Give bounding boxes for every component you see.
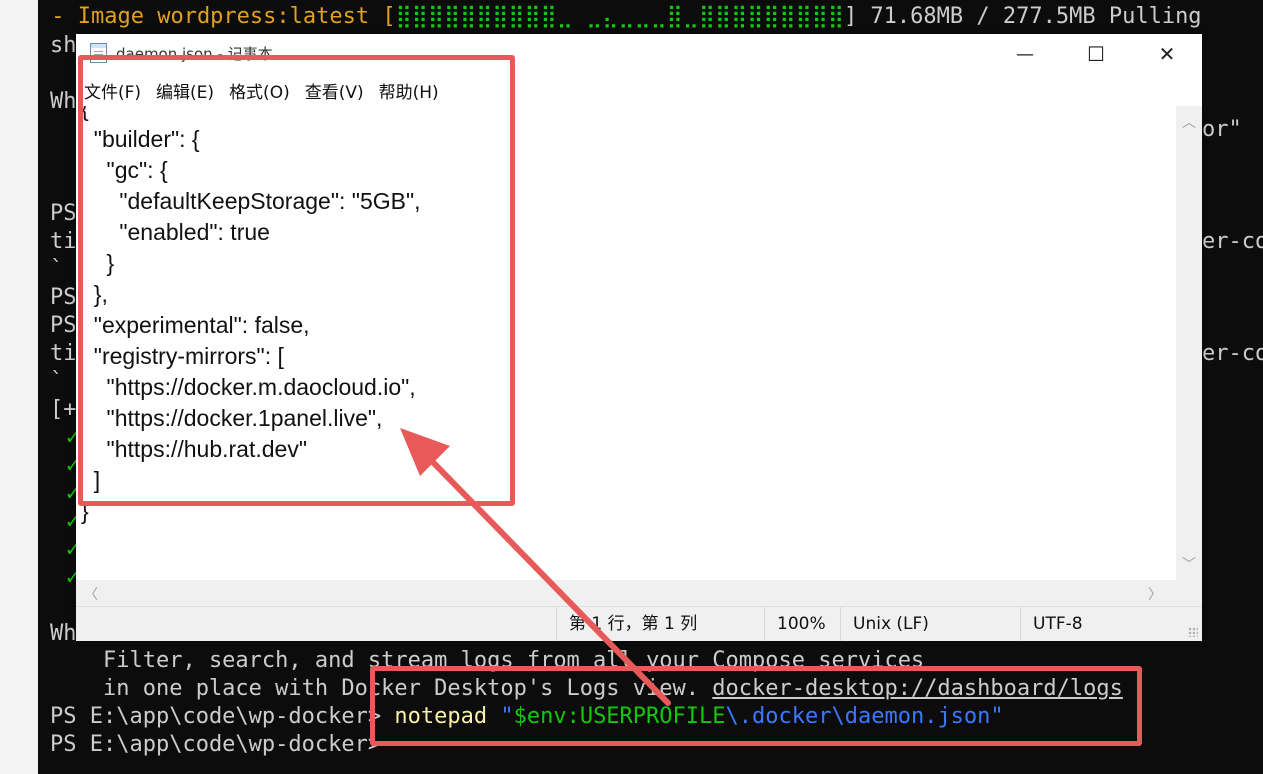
terminal-fragment: Wh xyxy=(50,89,77,114)
terminal-fragment: er-co xyxy=(1202,341,1263,366)
terminal-fragment: er-co xyxy=(1202,229,1263,254)
prompt: PS E:\app\code\wp-docker> xyxy=(50,704,395,729)
scroll-left-icon[interactable]: 〈 xyxy=(84,584,98,604)
prompt[interactable]: PS E:\app\code\wp-docker> xyxy=(50,731,381,759)
scroll-up-icon[interactable]: ︿ xyxy=(1176,112,1202,132)
pull-progress-line: - Image wordpress:latest [⣿⣿⣿⣿⣿⣿⣿⣿⣿⣿⣀ ⣀⣄… xyxy=(38,3,1202,31)
pull-suffix: ] 71.68MB / 277.5MB Pulling xyxy=(843,4,1202,29)
terminal-fragment: ` xyxy=(50,369,64,394)
scroll-right-icon[interactable]: 〉 xyxy=(1148,584,1162,604)
close-button[interactable]: ✕ xyxy=(1132,34,1202,74)
minimize-button[interactable]: — xyxy=(990,34,1060,74)
pull-prefix: - Image wordpress:latest [ xyxy=(38,4,396,29)
cursor-position: 第 1 行，第 1 列 xyxy=(556,607,765,641)
line-ending: Unix (LF) xyxy=(840,607,1013,641)
highlight-box-config xyxy=(78,55,515,506)
vertical-scrollbar[interactable]: ︿ ﹀ xyxy=(1176,106,1202,580)
terminal-fragment: ` xyxy=(50,257,64,282)
terminal-fragment: ti xyxy=(50,341,77,366)
maximize-button[interactable]: ☐ xyxy=(1061,34,1131,74)
terminal-fragment: [+ xyxy=(50,397,77,422)
terminal-fragment: Wh xyxy=(50,621,77,646)
scrollbar-corner xyxy=(1176,580,1202,606)
pull-progress-bar: ⣿⣿⣿⣿⣿⣿⣿⣿⣿⣿⣀ ⣀⣄⣀⣀⣀⣿⣀⣿⣿⣿⣿⣿⣿⣿⣿⣿ xyxy=(395,4,844,29)
terminal-fragment: or" xyxy=(1202,117,1242,142)
terminal-fragment: sh xyxy=(50,33,77,58)
terminal-fragment: ti xyxy=(50,229,77,254)
scroll-down-icon[interactable]: ﹀ xyxy=(1176,554,1202,574)
zoom-level: 100% xyxy=(764,607,832,641)
highlight-box-command xyxy=(370,666,1142,746)
terminal-fragment: PS xyxy=(50,285,77,310)
encoding: UTF-8 xyxy=(1020,607,1183,641)
resize-grip-icon[interactable] xyxy=(1188,627,1198,637)
status-bar: 第 1 行，第 1 列 100% Unix (LF) UTF-8 xyxy=(76,606,1202,641)
terminal-fragment: PS xyxy=(50,201,77,226)
horizontal-scrollbar[interactable]: 〈 〉 xyxy=(76,580,1176,606)
terminal-fragment: PS xyxy=(50,313,77,338)
